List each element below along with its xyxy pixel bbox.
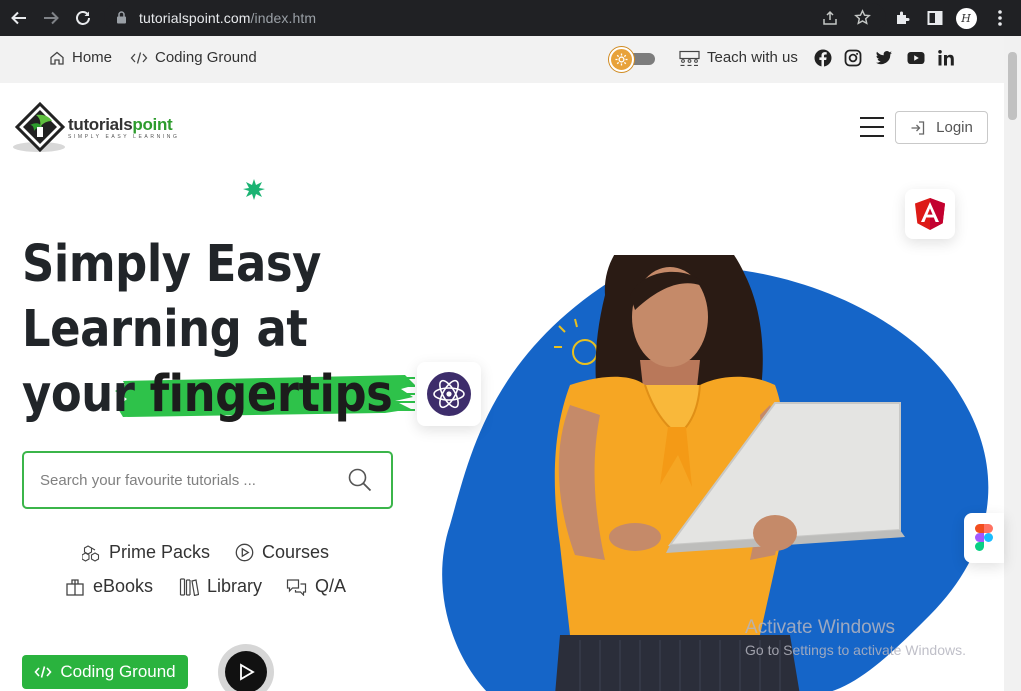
hamburger-line: [860, 117, 884, 119]
profile-initial: H: [955, 7, 977, 29]
facebook-icon[interactable]: [814, 49, 832, 67]
side-panel-button[interactable]: [924, 6, 946, 30]
home-link[interactable]: Home: [49, 49, 112, 66]
boxes-icon: [82, 544, 100, 562]
lock-icon: [117, 11, 126, 24]
ebook-icon: [66, 579, 84, 596]
sparkle-icon: [243, 179, 265, 200]
watermark-title: Activate Windows: [745, 617, 895, 638]
angular-icon: [915, 198, 945, 230]
logo-tagline: SIMPLY EASY LEARNING: [68, 134, 180, 140]
atom-icon: [427, 372, 471, 416]
chat-bubbles-icon: [286, 578, 307, 596]
logo-wordmark: tutorialspoint: [68, 115, 173, 135]
theme-toggle[interactable]: [609, 47, 655, 72]
profile-avatar[interactable]: H: [955, 6, 977, 30]
courses-label: Courses: [262, 542, 330, 562]
kebab-menu-icon: [998, 10, 1002, 26]
coding-ground-label: Coding Ground: [155, 49, 257, 66]
coding-ground-button-label: Coding Ground: [60, 662, 176, 681]
logo-mark-icon: [13, 101, 66, 153]
sun-icon: [615, 53, 628, 66]
library-books-icon: [179, 578, 199, 596]
login-icon: [911, 120, 925, 135]
side-panel-icon: [927, 11, 943, 25]
puzzle-icon: [897, 11, 910, 24]
play-video-button[interactable]: [218, 644, 274, 691]
windows-activation-watermark: Activate Windows Go to Settings to activ…: [745, 617, 966, 658]
tutorial-search: [22, 451, 393, 509]
coding-ground-link[interactable]: Coding Ground: [130, 49, 257, 66]
forward-arrow-icon: [44, 11, 59, 25]
play-icon: [240, 663, 255, 681]
login-label: Login: [936, 119, 973, 136]
url-path: /index.htm: [250, 9, 317, 26]
search-icon[interactable]: [347, 467, 373, 493]
instagram-icon[interactable]: [844, 49, 862, 67]
library-label: Library: [207, 576, 263, 596]
ebooks-label: eBooks: [93, 576, 154, 596]
reload-icon: [76, 11, 90, 25]
hero-heading-fingertips: fingertips: [149, 365, 393, 424]
hero-heading-line-2: Learning at: [22, 300, 308, 359]
browser-menu-button[interactable]: [990, 6, 1010, 30]
code-icon: [34, 666, 52, 678]
back-button[interactable]: [8, 7, 30, 29]
twitter-icon[interactable]: [875, 49, 893, 67]
play-button-core: [225, 651, 267, 691]
bookmark-star-icon[interactable]: [854, 9, 871, 26]
coding-ground-button[interactable]: Coding Ground: [22, 655, 188, 689]
classroom-icon: [679, 50, 700, 66]
toggle-knob: [609, 47, 634, 72]
linkedin-icon[interactable]: [937, 49, 955, 67]
login-button[interactable]: Login: [895, 111, 988, 144]
library-link[interactable]: Library: [179, 576, 262, 597]
qa-link[interactable]: Q/A: [286, 576, 346, 597]
qa-label: Q/A: [315, 576, 347, 596]
url-text: tutorialspoint.com/index.htm: [139, 10, 316, 26]
hero-heading-line-3: your fingertips: [22, 369, 393, 420]
share-icon[interactable]: [822, 10, 838, 26]
figma-card: [964, 513, 1004, 563]
home-icon: [50, 51, 64, 65]
angular-card: [905, 189, 955, 239]
search-input[interactable]: [40, 467, 340, 493]
home-label: Home: [72, 49, 113, 66]
hero-heading-line-1: Simply Easy: [22, 235, 321, 294]
page-scrollbar[interactable]: [1004, 36, 1021, 691]
prime-packs-link[interactable]: Prime Packs: [82, 542, 210, 563]
hamburger-line: [860, 126, 884, 128]
back-arrow-icon: [11, 11, 26, 25]
teach-label: Teach with us: [707, 49, 798, 66]
code-icon: [130, 51, 148, 64]
courses-link[interactable]: Courses: [235, 542, 329, 563]
scrollbar-thumb[interactable]: [1008, 52, 1017, 120]
menu-hamburger-button[interactable]: [860, 117, 885, 139]
play-circle-icon: [235, 543, 254, 562]
ebooks-link[interactable]: eBooks: [65, 576, 153, 597]
url-domain: tutorialspoint.com: [139, 9, 251, 26]
site-logo[interactable]: tutorialspoint SIMPLY EASY LEARNING: [12, 101, 212, 155]
browser-toolbar: tutorialspoint.com/index.htm H: [0, 0, 1021, 36]
watermark-subtitle: Go to Settings to activate Windows.: [745, 642, 966, 658]
reload-button[interactable]: [72, 7, 94, 29]
youtube-icon[interactable]: [907, 49, 925, 67]
logo-text-b: point: [132, 115, 173, 134]
address-bar[interactable]: tutorialspoint.com/index.htm: [104, 3, 886, 32]
teach-with-us-link[interactable]: Teach with us: [679, 49, 798, 66]
forward-button[interactable]: [40, 7, 62, 29]
hamburger-line: [860, 135, 884, 137]
hero-heading-your: your: [22, 365, 150, 424]
prime-packs-label: Prime Packs: [109, 542, 211, 562]
logo-text-a: tutorials: [68, 115, 133, 134]
figma-icon: [975, 524, 993, 551]
react-card: [417, 362, 481, 426]
extensions-button[interactable]: [892, 6, 914, 30]
